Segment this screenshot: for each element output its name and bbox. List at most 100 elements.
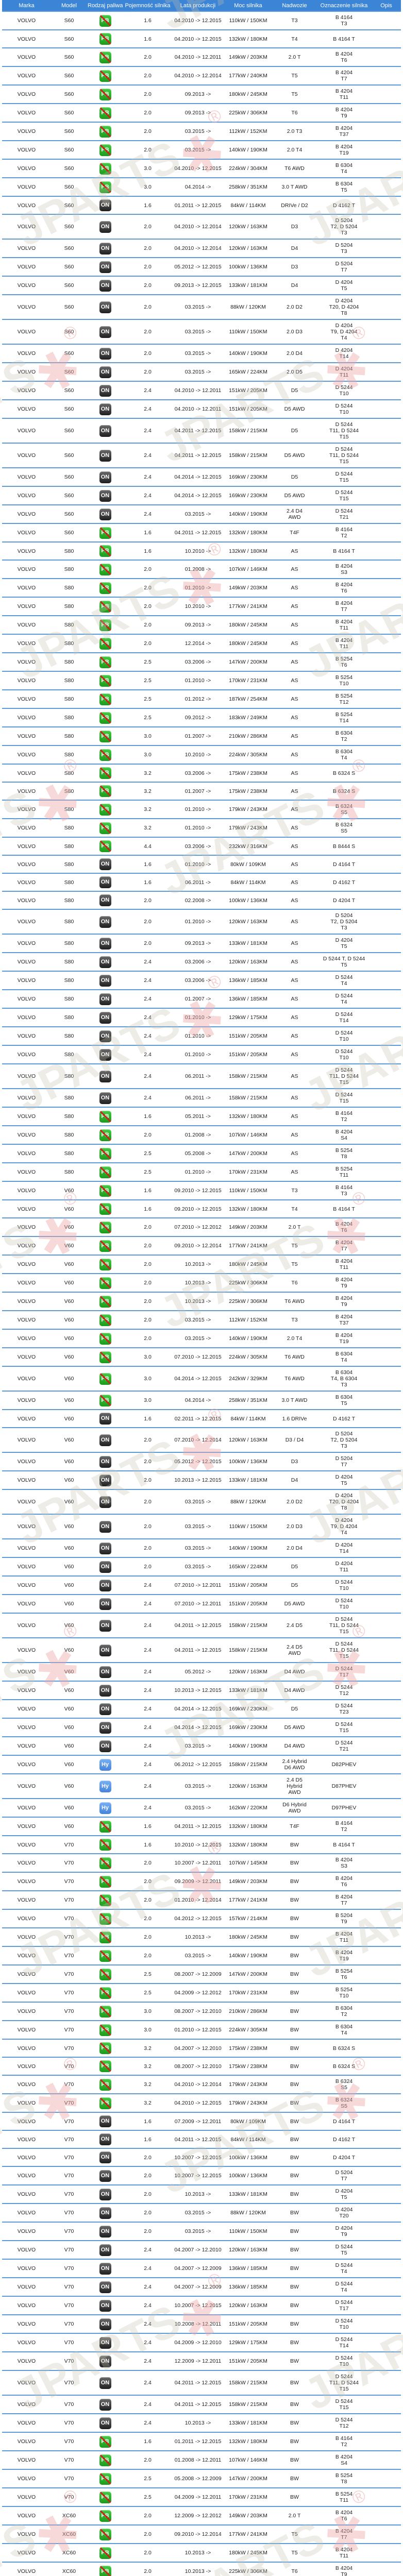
table-row[interactable]: VOLVO V70 PB 2.0 04.2012 -> 12.2015 157kW / 2… bbox=[2, 1909, 401, 1928]
table-row[interactable]: VOLVO S60 PB 2.0 03.2015 -> 112kW / 152KM 2.0 … bbox=[2, 122, 401, 141]
table-row[interactable]: VOLVO S80 PB 2.5 01.2012 -> 187kW / 254KM AS B … bbox=[2, 690, 401, 708]
table-row[interactable]: VOLVO S80 PB 4.4 03.2006 -> 232kW / 316KM AS B … bbox=[2, 837, 401, 855]
table-row[interactable]: VOLVO XC60 PB 2.0 09.2010 -> 12.2014 177kW / … bbox=[2, 2525, 401, 2544]
table-row[interactable]: VOLVO V70 ON 2.0 10.2013 -> 133kW / 181KM BW D … bbox=[2, 2185, 401, 2204]
table-row[interactable]: VOLVO S80 PB 2.5 01.2010 -> 170kW / 231KM AS B … bbox=[2, 1163, 401, 1181]
table-row[interactable]: VOLVO S80 PB 1.6 05.2011 -> 132kW / 180KM AS B … bbox=[2, 1107, 401, 1126]
table-row[interactable]: VOLVO S60 ON 1.6 01.2011 -> 12.2015 84kW / 11… bbox=[2, 196, 401, 214]
table-row[interactable]: VOLVO V70 ON 2.4 12.2009 -> 12.2011 151kW / 2… bbox=[2, 2352, 401, 2370]
table-row[interactable]: VOLVO V60 ON 2.4 07.2010 -> 12.2011 151kW / 2… bbox=[2, 1576, 401, 1595]
table-row[interactable]: VOLVO V70 ON 2.4 04.2009 -> 12.2010 129kW / 1… bbox=[2, 2333, 401, 2352]
table-row[interactable]: VOLVO S80 ON 2.4 03.2006 -> 136kW / 185KM AS D … bbox=[2, 971, 401, 990]
table-row[interactable]: VOLVO S60 ON 2.0 05.2012 -> 12.2015 100kW / 1… bbox=[2, 258, 401, 276]
table-row[interactable]: VOLVO S80 PB 3.2 03.2006 -> 175kW / 238KM AS B … bbox=[2, 764, 401, 782]
table-row[interactable]: VOLVO V70 PB 3.2 04.2010 -> 12.2014 179kW / 2… bbox=[2, 2075, 401, 2094]
table-row[interactable]: VOLVO S80 PB 2.0 10.2010 -> 177kW / 241KM AS B … bbox=[2, 597, 401, 616]
table-row[interactable]: VOLVO V60 PB 2.0 10.2013 -> 225kW / 306KM T6 B … bbox=[2, 1274, 401, 1292]
table-row[interactable]: VOLVO V60 Hy 2.4 03.2015 -> 162kW / 220KM D6 H… bbox=[2, 1799, 401, 1817]
table-row[interactable]: VOLVO V70 ON 2.4 04.2011 -> 12.2015 158kW / 2… bbox=[2, 2395, 401, 2414]
table-row[interactable]: VOLVO V70 PB 2.0 01.2008 -> 12.2011 107kW / 1… bbox=[2, 2451, 401, 2469]
table-row[interactable]: VOLVO S60 PB 2.0 09.2013 -> 180kW / 245KM T5 B … bbox=[2, 85, 401, 104]
table-row[interactable]: VOLVO V70 ON 2.4 04.2007 -> 12.2009 136kW / 1… bbox=[2, 2259, 401, 2278]
table-row[interactable]: VOLVO V70 PB 3.2 04.2010 -> 12.2015 179kW / 2… bbox=[2, 2094, 401, 2112]
table-row[interactable]: VOLVO V60 ON 2.4 10.2013 -> 12.2015 133kW / 1… bbox=[2, 1681, 401, 1700]
table-row[interactable]: VOLVO V60 Hy 2.4 03.2015 -> 120kW / 163KM 2.4 … bbox=[2, 1774, 401, 1799]
table-row[interactable]: VOLVO S80 ON 1.6 06.2011 -> 84kW / 114KM AS D 4… bbox=[2, 873, 401, 891]
table-row[interactable]: VOLVO V60 PB 2.0 03.2015 -> 112kW / 152KM T3 B … bbox=[2, 1311, 401, 1329]
table-row[interactable]: VOLVO S60 ON 2.4 04.2010 -> 12.2011 151kW / 2… bbox=[2, 381, 401, 400]
table-row[interactable]: VOLVO V60 PB 3.0 07.2010 -> 12.2015 224kW / 3… bbox=[2, 1348, 401, 1366]
table-row[interactable]: VOLVO V70 ON 2.4 04.2007 -> 12.2010 120kW / 1… bbox=[2, 2241, 401, 2259]
table-row[interactable]: VOLVO V60 ON 2.4 04.2011 -> 12.2015 158kW / 2… bbox=[2, 1613, 401, 1638]
table-row[interactable]: VOLVO V70 ON 2.0 03.2015 -> 88kW / 120KM BW D 4… bbox=[2, 2204, 401, 2222]
table-row[interactable]: VOLVO V70 PB 2.5 08.2007 -> 12.2009 147kW / 2… bbox=[2, 1965, 401, 1984]
table-row[interactable]: VOLVO V70 PB 3.0 01.2010 -> 12.2015 224kW / 3… bbox=[2, 2021, 401, 2039]
table-row[interactable]: VOLVO V70 PB 2.0 03.2015 -> 140kW / 190KM BW B … bbox=[2, 1946, 401, 1965]
table-row[interactable]: VOLVO V70 ON 2.4 10.2007 -> 12.2015 120kW / 1… bbox=[2, 2296, 401, 2315]
table-row[interactable]: VOLVO V60 ON 1.6 02.2011 -> 12.2015 84kW / 11… bbox=[2, 1410, 401, 1428]
table-row[interactable]: VOLVO S80 PB 2.5 01.2010 -> 170kW / 231KM AS B … bbox=[2, 671, 401, 690]
table-row[interactable]: VOLVO S60 ON 2.0 04.2010 -> 12.2014 120kW / 1… bbox=[2, 214, 401, 239]
table-row[interactable]: VOLVO V60 PB 3.0 04.2014 -> 12.2015 242kW / 3… bbox=[2, 1366, 401, 1391]
table-row[interactable]: VOLVO S60 ON 2.0 09.2013 -> 12.2015 133kW / 1… bbox=[2, 276, 401, 295]
table-row[interactable]: VOLVO S80 PB 2.0 01.2010 -> 149kW / 203KM AS B … bbox=[2, 579, 401, 597]
table-row[interactable]: VOLVO V70 PB 3.2 04.2007 -> 12.2010 175kW / 2… bbox=[2, 2039, 401, 2057]
table-row[interactable]: VOLVO V70 PB 2.5 05.2008 -> 12.2009 147kW / 2… bbox=[2, 2469, 401, 2488]
table-row[interactable]: VOLVO V60 ON 2.0 03.2015 -> 110kW / 150KM 2.0 … bbox=[2, 1514, 401, 1539]
table-row[interactable]: VOLVO V70 PB 2.0 10.2013 -> 180kW / 245KM BW B … bbox=[2, 1928, 401, 1946]
table-row[interactable]: VOLVO V60 ON 2.0 07.2010 -> 12.2014 120kW / 1… bbox=[2, 1428, 401, 1452]
table-row[interactable]: VOLVO S80 PB 1.6 10.2010 -> 132kW / 180KM AS B … bbox=[2, 542, 401, 560]
table-row[interactable]: VOLVO S60 ON 2.4 04.2010 -> 12.2011 151kW / 2… bbox=[2, 400, 401, 418]
table-row[interactable]: VOLVO V70 ON 2.0 10.2007 -> 12.2015 100kW / 1… bbox=[2, 2148, 401, 2166]
table-row[interactable]: VOLVO V60 ON 2.0 03.2015 -> 88kW / 120KM 2.0 D… bbox=[2, 1489, 401, 1514]
table-row[interactable]: VOLVO V70 ON 2.4 10.2013 -> 133kW / 181KM BW D … bbox=[2, 2414, 401, 2432]
table-row[interactable]: VOLVO S60 ON 2.0 03.2015 -> 110kW / 150KM 2.0 … bbox=[2, 319, 401, 344]
table-row[interactable]: VOLVO V70 ON 1.6 07.2009 -> 12.2011 80kW / 10… bbox=[2, 2112, 401, 2130]
table-row[interactable]: VOLVO V60 ON 2.4 05.2012 -> 120kW / 163KM D4 A… bbox=[2, 1663, 401, 1681]
table-row[interactable]: VOLVO V70 PB 1.6 01.2011 -> 12.2015 132kW / 1… bbox=[2, 2432, 401, 2451]
table-row[interactable]: VOLVO S60 ON 2.4 04.2011 -> 12.2015 158kW / 2… bbox=[2, 443, 401, 468]
table-row[interactable]: VOLVO S60 ON 2.4 04.2011 -> 12.2015 158kW / 2… bbox=[2, 418, 401, 443]
table-row[interactable]: VOLVO S60 ON 2.0 03.2015 -> 165kW / 224KM 2.0 … bbox=[2, 363, 401, 381]
table-row[interactable]: VOLVO S80 PB 3.0 01.2007 -> 210kW / 286KM AS B … bbox=[2, 727, 401, 745]
table-row[interactable]: VOLVO S60 ON 2.0 03.2015 -> 140kW / 190KM 2.0 … bbox=[2, 344, 401, 363]
table-row[interactable]: VOLVO S80 ON 2.4 01.2010 -> 129kW / 175KM AS D … bbox=[2, 1008, 401, 1027]
table-row[interactable]: VOLVO V70 ON 2.4 04.2007 -> 12.2009 136kW / 1… bbox=[2, 2278, 401, 2296]
table-row[interactable]: VOLVO S60 PB 1.6 04.2010 -> 12.2015 132kW / 1… bbox=[2, 30, 401, 48]
table-row[interactable]: VOLVO S80 ON 2.4 01.2010 -> 151kW / 205KM AS D … bbox=[2, 1027, 401, 1045]
table-row[interactable]: VOLVO S80 PB 3.2 01.2010 -> 179kW / 243KM AS B … bbox=[2, 819, 401, 837]
table-row[interactable]: VOLVO V70 ON 2.0 03.2015 -> 110kW / 150KM BW D … bbox=[2, 2222, 401, 2241]
table-row[interactable]: VOLVO V60 PB 1.6 09.2010 -> 12.2015 132kW / 1… bbox=[2, 1200, 401, 1218]
table-row[interactable]: VOLVO V60 PB 2.0 07.2010 -> 12.2012 149kW / 2… bbox=[2, 1218, 401, 1236]
table-row[interactable]: VOLVO S80 PB 3.2 01.2010 -> 179kW / 243KM AS B … bbox=[2, 800, 401, 819]
table-row[interactable]: VOLVO S60 ON 2.0 04.2010 -> 12.2014 120kW / 1… bbox=[2, 239, 401, 258]
table-row[interactable]: VOLVO V70 PB 2.0 01.2010 -> 12.2014 177kW / 2… bbox=[2, 1891, 401, 1909]
table-row[interactable]: VOLVO XC60 PB 2.0 10.2013 -> 180kW / 245KM T5 B… bbox=[2, 2544, 401, 2562]
table-row[interactable]: VOLVO V60 ON 2.0 03.2015 -> 165kW / 224KM D5 D … bbox=[2, 1557, 401, 1576]
table-row[interactable]: VOLVO S80 ON 2.4 06.2011 -> 158kW / 215KM AS D … bbox=[2, 1064, 401, 1089]
table-row[interactable]: VOLVO S60 PB 2.0 04.2010 -> 12.2014 177kW / 2… bbox=[2, 66, 401, 85]
table-row[interactable]: VOLVO V60 PB 2.0 10.2013 -> 180kW / 245KM T5 B … bbox=[2, 1255, 401, 1274]
table-row[interactable]: VOLVO S60 ON 2.4 04.2014 -> 12.2015 169kW / 2… bbox=[2, 486, 401, 505]
table-row[interactable]: VOLVO V60 PB 2.0 09.2010 -> 12.2014 177kW / 2… bbox=[2, 1236, 401, 1255]
table-row[interactable]: VOLVO S60 ON 2.4 04.2014 -> 12.2015 169kW / 2… bbox=[2, 468, 401, 486]
table-row[interactable]: VOLVO V60 PB 1.6 04.2011 -> 12.2015 132kW / 1… bbox=[2, 1817, 401, 1836]
table-row[interactable]: VOLVO S60 PB 2.0 04.2010 -> 12.2011 149kW / 2… bbox=[2, 48, 401, 66]
table-row[interactable]: VOLVO S80 ON 2.0 02.2008 -> 100kW / 136KM AS D … bbox=[2, 891, 401, 909]
table-row[interactable]: VOLVO V60 ON 2.0 03.2015 -> 140kW / 190KM 2.0 … bbox=[2, 1539, 401, 1557]
table-row[interactable]: VOLVO V60 ON 2.0 10.2013 -> 12.2015 133kW / 1… bbox=[2, 1471, 401, 1489]
table-row[interactable]: VOLVO V60 ON 2.0 05.2012 -> 12.2015 100kW / 1… bbox=[2, 1452, 401, 1471]
table-row[interactable]: VOLVO S80 ON 1.6 01.2010 -> 80kW / 109KM AS D 4… bbox=[2, 855, 401, 873]
table-row[interactable]: VOLVO V70 ON 1.6 04.2011 -> 12.2015 84kW / 11… bbox=[2, 2130, 401, 2148]
table-row[interactable]: VOLVO S60 PB 3.0 04.2014 -> 258kW / 351KM 3.0 … bbox=[2, 178, 401, 196]
table-row[interactable]: VOLVO V70 PB 3.2 08.2007 -> 12.2010 175kW / 2… bbox=[2, 2057, 401, 2075]
table-row[interactable]: VOLVO S60 PB 2.0 03.2015 -> 140kW / 190KM 2.0 … bbox=[2, 141, 401, 159]
table-row[interactable]: VOLVO S80 PB 2.5 03.2006 -> 147kW / 200KM AS B … bbox=[2, 653, 401, 671]
table-row[interactable]: VOLVO S60 ON 2.0 03.2015 -> 88kW / 120KM 2.0 D… bbox=[2, 295, 401, 319]
table-row[interactable]: VOLVO V60 ON 2.4 04.2014 -> 12.2015 169kW / 2… bbox=[2, 1700, 401, 1718]
table-row[interactable]: VOLVO V70 PB 3.0 08.2007 -> 12.2010 210kW / 2… bbox=[2, 2002, 401, 2021]
table-row[interactable]: VOLVO V60 ON 2.4 07.2010 -> 12.2011 151kW / 2… bbox=[2, 1595, 401, 1613]
table-row[interactable]: VOLVO S60 PB 1.6 04.2010 -> 12.2015 110kW / 1… bbox=[2, 11, 401, 30]
table-row[interactable]: VOLVO V70 PB 2.5 04.2009 -> 12.2011 170kW / 2… bbox=[2, 2488, 401, 2506]
table-row[interactable]: VOLVO V60 Hy 2.4 06.2012 -> 12.2015 158kW / 2… bbox=[2, 1755, 401, 1774]
